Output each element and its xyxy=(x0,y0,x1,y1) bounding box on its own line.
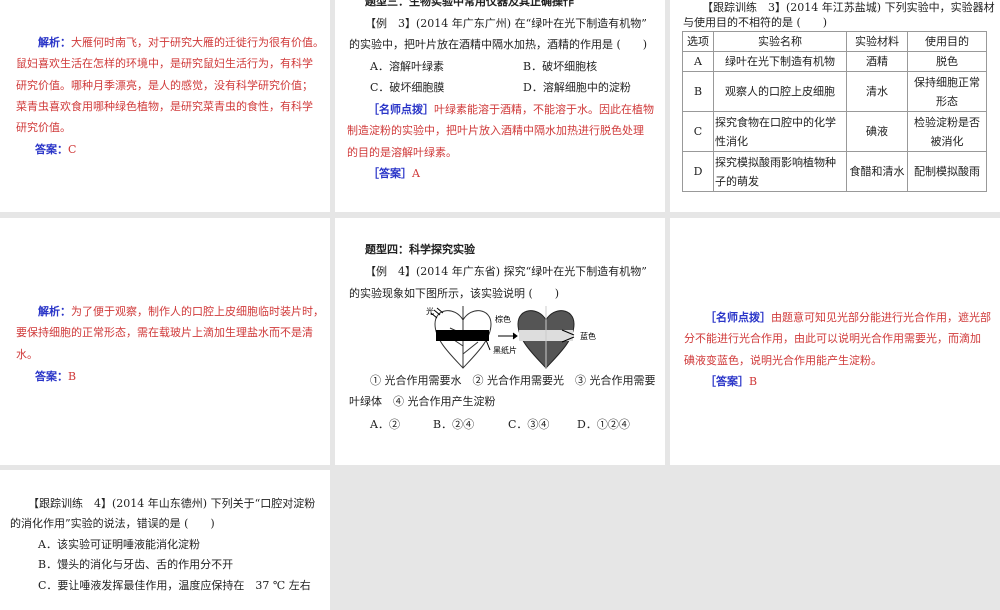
arrow-icon xyxy=(498,332,518,340)
table-cell: 观察人的口腔上皮细胞 xyxy=(713,71,847,112)
slide-7[interactable]: 【跟踪训练 4】(2014 年山东德州) 下列关于“口腔对淀粉 的消化作用”实验… xyxy=(0,470,330,610)
table-cell: 绿叶在光下制造有机物 xyxy=(713,51,847,72)
black-paper-icon xyxy=(436,330,489,341)
label-blue: 蓝色 xyxy=(580,331,596,341)
option-a: A．该实验可证明唾液能消化淀粉 xyxy=(38,538,200,551)
question-text: 【跟踪训练 4】(2014 年山东德州) 下列关于“口腔对淀粉 xyxy=(28,497,316,510)
table-row: A 绿叶在光下制造有机物 酒精 脱色 xyxy=(682,51,987,72)
table-cell: 探究模拟酸雨影响植物种子的萌发 xyxy=(713,151,847,192)
table-cell: 清水 xyxy=(846,71,908,112)
answer-label: ［答案］ xyxy=(705,375,749,388)
table-cell: A xyxy=(682,51,714,72)
table-row: D 探究模拟酸雨影响植物种子的萌发 食醋和清水 配制模拟酸雨 xyxy=(682,151,987,192)
analysis-text: 要保持细胞的正常形态，需在载玻片上滴加生理盐水而不是清 xyxy=(16,326,313,339)
section-title: 题型三：生物实验中常用仪器及其正确操作 xyxy=(365,0,574,8)
answer-label: 答案： xyxy=(35,370,68,383)
answer-value: A xyxy=(412,167,420,180)
slide-6[interactable]: ［名师点拨］由题意可知见光部分能进行光合作用，遮光部 分不能进行光合作用，由此可… xyxy=(670,218,1000,465)
slide-3[interactable]: 【跟踪训练 3】(2014 年江苏盐城) 下列实验中，实验器材 与使用目的不相符… xyxy=(670,0,1000,212)
table-cell: D xyxy=(682,151,714,192)
table-header: 使用目的 xyxy=(907,31,987,52)
statement-text: 叶绿体 ④ 光合作用产生淀粉 xyxy=(349,395,496,408)
slide-4[interactable]: 解析：为了便于观察，制作人的口腔上皮细胞临时装片时， 要保持细胞的正常形态，需在… xyxy=(0,218,330,465)
question-text: 【跟踪训练 3】(2014 年江苏盐城) 下列实验中，实验器材 xyxy=(702,1,995,14)
section-title: 题型四：科学探究实验 xyxy=(365,243,475,256)
question-text: 的实验中，把叶片放在酒精中隔水加热，酒精的作用是 ( ) xyxy=(349,38,648,51)
analysis-text: 研究价值。哪种月季漂亮，是人的感觉，没有科学研究价值； xyxy=(16,79,313,92)
statement-text: ① 光合作用需要水 ② 光合作用需要光 ③ 光合作用需要 xyxy=(370,374,656,387)
table-cell: 保持细胞正常形态 xyxy=(907,71,987,112)
tip-text: 由题意可知见光部分能进行光合作用，遮光部 xyxy=(771,311,991,324)
tip-text: 的目的是溶解叶绿素。 xyxy=(347,146,457,159)
analysis-text: 鼠妇喜欢生活在怎样的环境中，是研究鼠妇生活行为，有科学 xyxy=(16,57,313,70)
option-b: B．破坏细胞核 xyxy=(523,60,598,73)
option-c: C．要让唾液发挥最佳作用，温度应保持在 37 ℃ 左右 xyxy=(38,579,311,592)
label-brown: 棕色 xyxy=(495,314,511,324)
slide-1[interactable]: 解析：大雁何时南飞，对于研究大雁的迁徙行为很有价值。 鼠妇喜欢生活在怎样的环境中… xyxy=(0,0,330,212)
question-text: 的消化作用”实验的说法，错误的是 ( ) xyxy=(10,517,215,530)
table-cell: 酒精 xyxy=(846,51,908,72)
analysis-text: 大雁何时南飞，对于研究大雁的迁徙行为很有价值。 xyxy=(71,36,324,49)
table-cell: C xyxy=(682,111,714,152)
leaf-after-icon xyxy=(517,306,575,369)
option-a: A．② xyxy=(370,418,400,431)
option-b: B．馒头的消化与牙齿、舌的作用分不开 xyxy=(38,558,234,571)
table-cell: 配制模拟酸雨 xyxy=(907,151,987,192)
analysis-label: 解析： xyxy=(38,36,71,49)
analysis-label: 解析： xyxy=(38,305,71,318)
options-table: 选项 实验名称 实验材料 使用目的 A 绿叶在光下制造有机物 酒精 脱色 B 观察人的口腔上皮… xyxy=(682,31,987,192)
answer-label: ［答案］ xyxy=(368,167,412,180)
analysis-text: 水。 xyxy=(16,348,38,361)
option-d: D．①②④ xyxy=(577,418,630,431)
slide-2[interactable]: 题型三：生物实验中常用仪器及其正确操作 【例 3】(2014 年广东广州) 在“… xyxy=(335,0,665,212)
table-cell: B xyxy=(682,71,714,112)
table-cell: 探究食物在口腔中的化学性消化 xyxy=(713,111,847,152)
option-d: D．溶解细胞中的淀粉 xyxy=(523,81,631,94)
tip-text: 制造淀粉的实验中，把叶片放入酒精中隔水加热进行脱色处理 xyxy=(347,124,644,137)
table-row: C 探究食物在口腔中的化学性消化 碘液 检验淀粉是否被消化 xyxy=(682,111,987,152)
leaf-experiment-figure: 光 棕色 黑纸片 蓝色 xyxy=(426,306,596,369)
tip-label: ［名师点拨］ xyxy=(705,311,771,324)
tip-text: 叶绿素能溶于酒精，不能溶于水。因此在植物 xyxy=(434,103,654,116)
question-text: 的实验现象如下图所示，该实验说明 ( ) xyxy=(349,287,560,300)
option-b: B．②④ xyxy=(433,418,475,431)
label-light: 光 xyxy=(426,306,434,316)
answer-value: B xyxy=(749,375,758,388)
answer-label: 答案： xyxy=(35,143,68,156)
table-cell: 碘液 xyxy=(846,111,908,152)
answer-value: B xyxy=(68,370,77,383)
tip-text: 分不能进行光合作用，由此可以说明光合作用需要光，而滴加 xyxy=(684,332,981,345)
question-text: 【例 3】(2014 年广东广州) 在“绿叶在光下制造有机物” xyxy=(365,17,647,30)
table-header: 实验材料 xyxy=(846,31,908,52)
question-text: 【例 4】(2014 年广东省) 探究“绿叶在光下制造有机物” xyxy=(365,265,647,278)
answer-value: C xyxy=(68,143,77,156)
option-c: C．破坏细胞膜 xyxy=(370,81,445,94)
analysis-text: 研究价值。 xyxy=(16,121,71,134)
table-header: 选项 xyxy=(682,31,714,52)
option-a: A．溶解叶绿素 xyxy=(370,60,444,73)
table-cell: 脱色 xyxy=(907,51,987,72)
label-black-paper: 黑纸片 xyxy=(493,345,517,355)
table-header: 实验名称 xyxy=(713,31,847,52)
table-row: B 观察人的口腔上皮细胞 清水 保持细胞正常形态 xyxy=(682,71,987,112)
analysis-text: 菜青虫喜欢食用哪种绿色植物，是研究菜青虫的食性，有科学 xyxy=(16,100,313,113)
slide-5[interactable]: 题型四：科学探究实验 【例 4】(2014 年广东省) 探究“绿叶在光下制造有机… xyxy=(335,218,665,465)
analysis-text: 为了便于观察，制作人的口腔上皮细胞临时装片时， xyxy=(71,305,324,318)
option-c: C．③④ xyxy=(508,418,550,431)
question-text: 与使用目的不相符的是 ( ) xyxy=(683,16,828,29)
tip-text: 碘液变蓝色，说明光合作用能产生淀粉。 xyxy=(684,354,882,367)
tip-label: ［名师点拨］ xyxy=(368,103,434,116)
table-cell: 食醋和清水 xyxy=(846,151,908,192)
table-cell: 检验淀粉是否被消化 xyxy=(907,111,987,152)
